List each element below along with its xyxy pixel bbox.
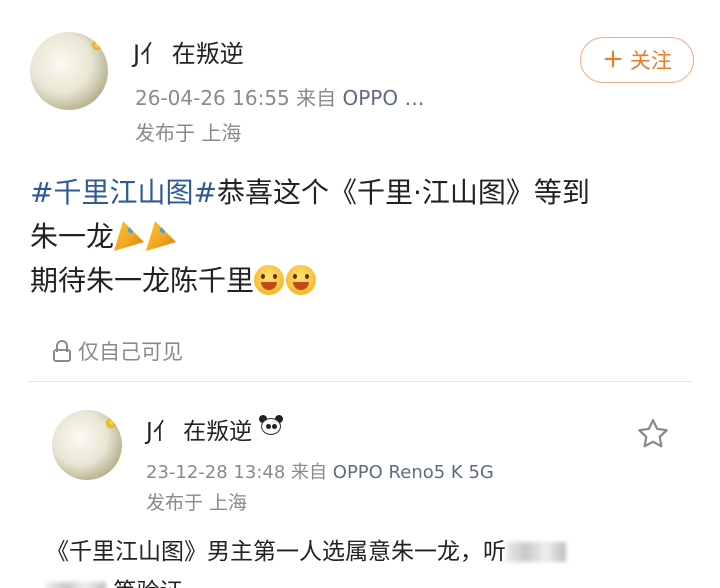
avatar[interactable] [30, 32, 108, 110]
lock-icon [52, 339, 72, 363]
topic-link[interactable]: #千里江山图# [30, 176, 217, 209]
post-date: 23-12-28 13:48 [146, 462, 286, 483]
sparkle-badge-icon [106, 418, 116, 428]
privacy-label: 仅自己可见 [78, 340, 183, 364]
sparkle-badge-icon [92, 40, 102, 50]
post-text-part1: 《千里江山图》男主第一人选属意朱一龙，听 [46, 539, 506, 565]
post-text-line3: 期待朱一龙陈千里 [30, 264, 255, 297]
grin-emoji-icon [286, 265, 317, 295]
source-prefix: 来自 [296, 86, 337, 110]
device-link[interactable]: OPPO … [343, 86, 425, 110]
star-icon[interactable] [634, 416, 672, 452]
follow-button[interactable]: + 关注 [580, 37, 694, 83]
user-name[interactable]: J亻 在叛逆 [146, 412, 284, 446]
post-date: 26-04-26 16:55 [135, 86, 290, 110]
user-name[interactable]: J亻 在叛逆 [133, 34, 244, 69]
follow-label: 关注 [629, 49, 672, 73]
post-meta: 26-04-26 16:55 来自 OPPO … [135, 82, 424, 111]
post-content: 《千里江山图》男主第一人选属意朱一龙，听 等验证 [46, 532, 706, 588]
device-link[interactable]: OPPO Reno5 K 5G [333, 462, 494, 483]
post-meta: 23-12-28 13:48 来自 OPPO Reno5 K 5G [146, 458, 494, 484]
blurred-text [46, 582, 106, 588]
grin-emoji-icon [254, 265, 285, 295]
source-prefix: 来自 [291, 462, 328, 483]
party-popper-icon [146, 221, 177, 251]
panda-icon [258, 415, 284, 437]
post-text-part2: 等验证 [113, 579, 182, 588]
user-name-text: J亻 在叛逆 [146, 419, 253, 445]
party-popper-icon [114, 221, 145, 251]
privacy-indicator: 仅自己可见 [52, 336, 183, 366]
divider [28, 381, 692, 382]
post-content: #千里江山图#恭喜这个《千里·江山图》等到 朱一龙 期待朱一龙陈千里 [30, 171, 700, 303]
post-location: 发布于 上海 [146, 492, 248, 514]
avatar[interactable] [52, 410, 122, 480]
post-text-line1: 恭喜这个《千里·江山图》等到 [216, 176, 590, 209]
post-location: 发布于 上海 [135, 121, 242, 145]
post-text-line2: 朱一龙 [30, 220, 115, 253]
blurred-text [506, 542, 566, 562]
plus-icon: + [602, 44, 624, 74]
